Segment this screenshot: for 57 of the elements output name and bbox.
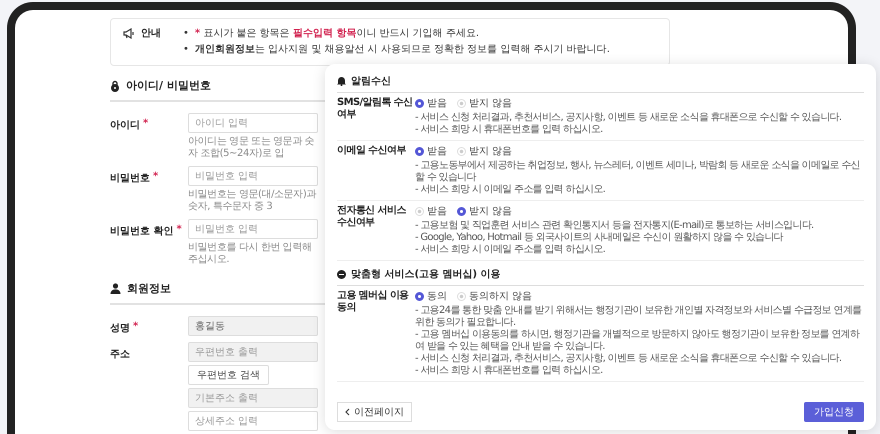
chevron-left-icon	[345, 408, 350, 416]
helper-text: 비밀번호를 다시 한번 입력해 주십시오.	[188, 242, 313, 266]
field-label: 성명	[110, 322, 130, 335]
field-label: 비밀번호 확인	[110, 225, 174, 238]
radio-option[interactable]: 동의하지 않음	[457, 289, 532, 303]
input-field[interactable]: 상세주소 입력	[188, 411, 318, 431]
notice-text: 개인회원정보는 입사지원 및 채용알선 시 사용되므로 정확한 정보를 입력해 주시기 바랍니다.	[194, 43, 610, 57]
previous-page-button[interactable]: 이전페이지	[337, 402, 412, 422]
radio-option[interactable]: 받지 않음	[457, 204, 512, 218]
section-title: 알림수신	[351, 75, 391, 88]
bell-icon	[337, 76, 346, 86]
input-field[interactable]: 비밀번호 입력	[188, 166, 318, 186]
search-button[interactable]: 우편번호 검색	[188, 365, 270, 385]
notice-label: 안내	[141, 27, 161, 40]
radio-option[interactable]: 받음	[415, 144, 447, 158]
minus-circle-icon	[337, 270, 346, 278]
radio-option[interactable]: 받지 않음	[457, 96, 512, 110]
note-text: - 서비스 희망 시 휴대폰번호를 입력 하십시오.	[415, 365, 604, 377]
field-label: SMS/알림톡 수신여부	[337, 96, 414, 122]
required-mark: *	[176, 224, 182, 235]
field-label: 주소	[110, 348, 130, 361]
note-text: - 서비스 희망 시 이메일 주소를 입력 하십시오.	[415, 244, 606, 256]
note-text: - 고용노동부에서 제공하는 취업정보, 행사, 뉴스레터, 이벤트 세미나, 박람회 등 새로운 소식을 이메일로 수신할 수 있습니다	[415, 160, 861, 184]
note-text: - 고용보험 및 직업훈련 서비스 관련 확인통지서 등을 전자통지(E-mail)로 통보하는 서비스입니다.	[415, 220, 815, 232]
section-title: 회원정보	[127, 281, 171, 296]
helper-text: 비밀번호는 영문(대/소문자)과 숫자, 특수문자 중 3	[188, 189, 318, 213]
required-mark: *	[133, 321, 138, 332]
field-label: 비밀번호	[110, 172, 150, 185]
notice-text: * 표시가 붙은 항목은 필수입력 항목이니 반드시 기입해 주세요.	[194, 27, 480, 41]
section-title: 아이디/ 비밀번호	[126, 78, 211, 93]
radio-option[interactable]: 동의	[415, 289, 447, 303]
note-text: - 고용24를 통한 맞춤 안내를 받기 위해서는 행정기관이 보유한 개인별 자격정보와 서비스별 수급정보 연계를 위한 동의가 필요합니다.	[415, 305, 862, 329]
note-text: - 서비스 신청 처리결과, 추천서비스, 공지사항, 이벤트 등 새로운 소식을 휴대폰으로 수신할 수 있습니다.	[415, 353, 842, 365]
field-label: 아이디	[110, 119, 140, 132]
note-text: - 서비스 희망 시 휴대폰번호를 입력 하십시오.	[415, 124, 604, 136]
helper-text: 아이디는 영문 또는 영문과 숫자 조합(5~24자)로 입	[188, 136, 316, 160]
person-icon	[110, 283, 121, 294]
note-text: - 고용 멤버십 이용동의를 하시면, 행정기관을 개별적으로 방문하지 않아도 행정기관이 보유한 정보를 연계하여 받을 수 있는 혜택을 안내 받을 수 있습니다.	[415, 329, 861, 353]
field-label: 전자통신 서비스 수신여부	[337, 204, 407, 230]
note-text: - 서비스 희망 시 이메일 주소를 입력 하십시오.	[415, 184, 606, 196]
megaphone-icon	[123, 28, 135, 38]
radio-option[interactable]: 받음	[415, 204, 447, 218]
field-label: 이메일 수신여부	[337, 144, 407, 158]
input-field[interactable]: 비밀번호 입력	[188, 219, 318, 239]
required-mark: *	[153, 171, 158, 182]
radio-option[interactable]: 받지 않음	[457, 144, 512, 158]
bullet-mark: •	[183, 27, 189, 41]
field-label: 고용 멤버십 이용 동의	[337, 289, 410, 315]
bullet-mark: •	[183, 43, 189, 57]
required-mark: *	[143, 118, 148, 129]
input-field[interactable]: 아이디 입력	[188, 113, 318, 133]
note-text: - Google, Yahoo, Hotmail 등 외국사이트의 사내메일은 수신이 원활하지 않을 수 있습니다	[415, 232, 784, 244]
lock-icon	[110, 80, 120, 92]
section-title: 맞춤형 서비스(고용 멤버십) 이용	[351, 268, 501, 281]
note-text: - 서비스 신청 처리결과, 추천서비스, 공지사항, 이벤트 등 새로운 소식을 휴대폰으로 수신할 수 있습니다.	[415, 112, 842, 124]
radio-option[interactable]: 받음	[415, 96, 447, 110]
submit-button[interactable]: 가입신청	[804, 402, 864, 422]
